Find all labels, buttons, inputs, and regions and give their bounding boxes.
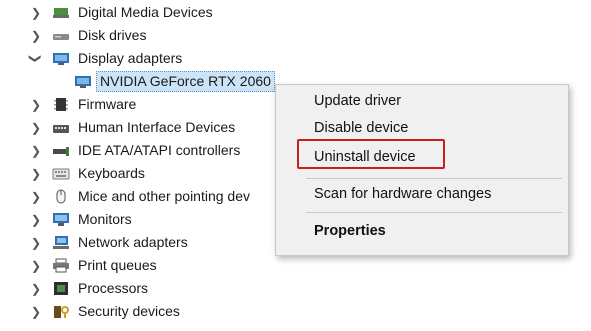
display-adapter-icon <box>52 51 70 66</box>
menu-item-properties[interactable]: Properties <box>314 222 386 241</box>
chevron-right-icon[interactable]: ❯ <box>30 300 42 323</box>
chevron-right-icon[interactable]: ❯ <box>30 185 42 208</box>
chevron-right-icon[interactable]: ❯ <box>30 231 42 254</box>
ide-controller-icon <box>52 143 70 158</box>
gpu-icon <box>74 74 92 89</box>
chevron-down-icon[interactable]: ❯ <box>25 53 48 65</box>
keyboard-icon <box>52 166 70 181</box>
tree-item-ide-ata-atapi-controllers[interactable]: ❯ IDE ATA/ATAPI controllers <box>0 139 300 162</box>
menu-item-scan-for-hardware-changes[interactable]: Scan for hardware changes <box>314 185 491 204</box>
tree-item-security-devices[interactable]: ❯ Security devices <box>0 300 300 323</box>
security-device-icon <box>52 304 70 319</box>
chevron-right-icon[interactable]: ❯ <box>30 162 42 185</box>
chevron-right-icon[interactable]: ❯ <box>30 277 42 300</box>
tree-item-display-adapters[interactable]: ❯ Display adapters <box>0 47 300 70</box>
chevron-right-icon[interactable]: ❯ <box>30 116 42 139</box>
chevron-right-icon[interactable]: ❯ <box>30 208 42 231</box>
digital-media-icon <box>52 5 70 20</box>
menu-separator <box>306 178 562 179</box>
menu-item-disable-device[interactable]: Disable device <box>314 119 408 138</box>
disk-drive-icon <box>52 28 70 43</box>
chevron-right-icon[interactable]: ❯ <box>30 93 42 116</box>
processor-icon <box>52 281 70 296</box>
tree-item-disk-drives[interactable]: ❯ Disk drives <box>0 24 300 47</box>
mouse-icon <box>52 189 70 204</box>
tree-item-processors[interactable]: ❯ Processors <box>0 277 300 300</box>
tree-item-keyboards[interactable]: ❯ Keyboards <box>0 162 300 185</box>
tree-item-firmware[interactable]: ❯ Firmware <box>0 93 300 116</box>
hid-icon <box>52 120 70 135</box>
monitor-icon <box>52 212 70 227</box>
chevron-right-icon[interactable]: ❯ <box>30 24 42 47</box>
tree-item-network-adapters[interactable]: ❯ Network adapters <box>0 231 300 254</box>
menu-item-uninstall-device[interactable]: Uninstall device <box>314 148 416 167</box>
menu-item-update-driver[interactable]: Update driver <box>314 92 401 111</box>
chevron-right-icon[interactable]: ❯ <box>30 1 42 24</box>
printer-icon <box>52 258 70 273</box>
tree-item-digital-media-devices[interactable]: ❯ Digital Media Devices <box>0 1 300 24</box>
tree-item-monitors[interactable]: ❯ Monitors <box>0 208 300 231</box>
chevron-right-icon[interactable]: ❯ <box>30 254 42 277</box>
context-menu: Update driver Disable device Uninstall d… <box>275 84 569 256</box>
network-adapter-icon <box>52 235 70 250</box>
chevron-right-icon[interactable]: ❯ <box>30 139 42 162</box>
tree-item-human-interface-devices[interactable]: ❯ Human Interface Devices <box>0 116 300 139</box>
tree-item-nvidia-geforce-rtx-2060[interactable]: NVIDIA GeForce RTX 2060 <box>0 70 300 93</box>
tree-item-mice-and-other-pointing-devices[interactable]: ❯ Mice and other pointing dev <box>0 185 300 208</box>
menu-separator <box>306 212 562 213</box>
firmware-icon <box>52 97 70 112</box>
tree-item-print-queues[interactable]: ❯ Print queues <box>0 254 300 277</box>
